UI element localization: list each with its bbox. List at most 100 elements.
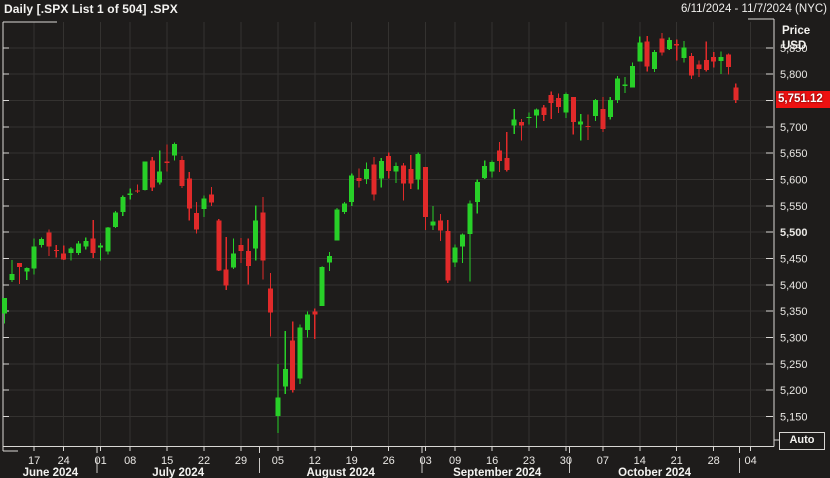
candle-up (24, 267, 30, 281)
candle-up (297, 324, 303, 384)
candle-down (260, 196, 266, 280)
candle-down (408, 155, 414, 189)
date-tick-label: 28 (708, 455, 720, 467)
candle-up (489, 160, 495, 178)
candle-down (570, 96, 576, 135)
date-tick-label: 01 (94, 455, 106, 467)
candle-down (290, 321, 296, 393)
title-bar: Daily [.SPX List 1 of 504] .SPX 6/11/202… (0, 0, 830, 20)
candle-up (83, 237, 89, 250)
candle-down (194, 202, 200, 234)
price-tick-label: 5,300 (780, 333, 808, 345)
candle-up (430, 205, 436, 231)
candle-up (629, 62, 635, 88)
candle-down (445, 220, 451, 284)
candle-down (659, 33, 665, 56)
price-tick-label: 5,700 (780, 122, 808, 134)
candle-up (172, 142, 177, 161)
candle-up (327, 252, 333, 272)
candle-down (312, 308, 318, 340)
month-label: October 2024 (618, 467, 691, 478)
candle-down (268, 273, 273, 337)
candle-up (304, 311, 310, 338)
candle-down (423, 166, 429, 231)
candle-down (600, 96, 606, 133)
price-axis-title: Price (782, 25, 810, 37)
candle-down (135, 184, 140, 194)
auto-scale-button[interactable]: Auto (779, 432, 825, 450)
candle-up (563, 92, 569, 118)
candle-up (666, 37, 672, 50)
date-tick-label: 15 (161, 455, 173, 467)
candle-down (356, 168, 362, 188)
candle-down (53, 244, 59, 258)
candle-down (689, 53, 694, 79)
candle-down (245, 238, 251, 285)
candle-up (231, 238, 237, 270)
axis-frame (2, 18, 779, 473)
candle-up (615, 76, 621, 104)
candle-up (120, 195, 126, 216)
auto-scale-label: Auto (789, 434, 815, 446)
candle-up (533, 108, 539, 128)
candle-down (674, 39, 680, 61)
candle-down (149, 156, 155, 192)
candle-down (541, 105, 547, 122)
price-tick-label: 5,650 (780, 148, 808, 160)
candle-up (378, 157, 384, 188)
candle-up (98, 243, 104, 261)
candle-down (179, 155, 185, 188)
date-tick-label: 03 (419, 455, 431, 467)
date-axis-labels: 17 24 01 08 15 22 29 05 12 19 26 03 09 16 23 30 07 14 21 28… (23, 455, 757, 478)
date-tick-label: 08 (124, 455, 136, 467)
candle-down (238, 237, 244, 264)
date-tick-label: 22 (198, 455, 210, 467)
price-tick-label: 5,500 (780, 227, 808, 239)
candle-down (386, 152, 392, 179)
candle-down (585, 114, 591, 140)
candle-up (349, 173, 355, 206)
month-label: June 2024 (23, 467, 79, 478)
candle-up (39, 237, 44, 248)
price-tick-label: 5,150 (780, 412, 808, 424)
candle-down (400, 163, 406, 201)
candle-down (90, 220, 96, 258)
terminal-chart-screen: { "header": { "title": "Daily [.SPX List… (0, 0, 830, 478)
candle-up (319, 266, 325, 306)
date-tick-label: 16 (486, 455, 498, 467)
candle-up (652, 49, 658, 73)
candle-up (637, 36, 643, 62)
chart-title: Daily [.SPX List 1 of 504] .SPX (4, 2, 178, 16)
candle-down (711, 52, 717, 68)
candle-up (253, 205, 259, 261)
date-tick-label: 17 (28, 455, 40, 467)
candle-up (526, 112, 532, 125)
candle-up (578, 114, 584, 141)
candle-down (519, 118, 525, 141)
month-label: August 2024 (307, 467, 376, 478)
candle-up (415, 152, 421, 190)
price-tick-label: 5,600 (780, 175, 808, 187)
last-price-value: 5,751.12 (778, 93, 823, 105)
candle-up (622, 76, 628, 94)
last-price-badge: 5,751.12 (776, 91, 830, 108)
date-tick-label: 19 (346, 455, 358, 467)
date-tick-label: 21 (671, 455, 683, 467)
candle-up (334, 207, 340, 241)
price-tick-label: 5,350 (780, 306, 808, 318)
candle-up (681, 40, 687, 63)
date-tick-label: 07 (597, 455, 609, 467)
candle-down (371, 156, 377, 201)
price-tick-label: 5,400 (780, 280, 808, 292)
candle-up (275, 363, 281, 433)
candle-up (593, 98, 598, 122)
candle-up (127, 188, 133, 200)
month-label: July 2024 (152, 467, 204, 478)
candle-up (364, 162, 369, 185)
candle-up (201, 195, 207, 217)
candle-up (452, 244, 458, 267)
candle-down (16, 263, 22, 284)
candlestick-chart[interactable]: 5,150 5,200 5,250 5,300 5,350 5,400 5,450 5,500… (0, 0, 830, 478)
date-tick-label: 29 (235, 455, 247, 467)
candle-up (482, 160, 488, 179)
